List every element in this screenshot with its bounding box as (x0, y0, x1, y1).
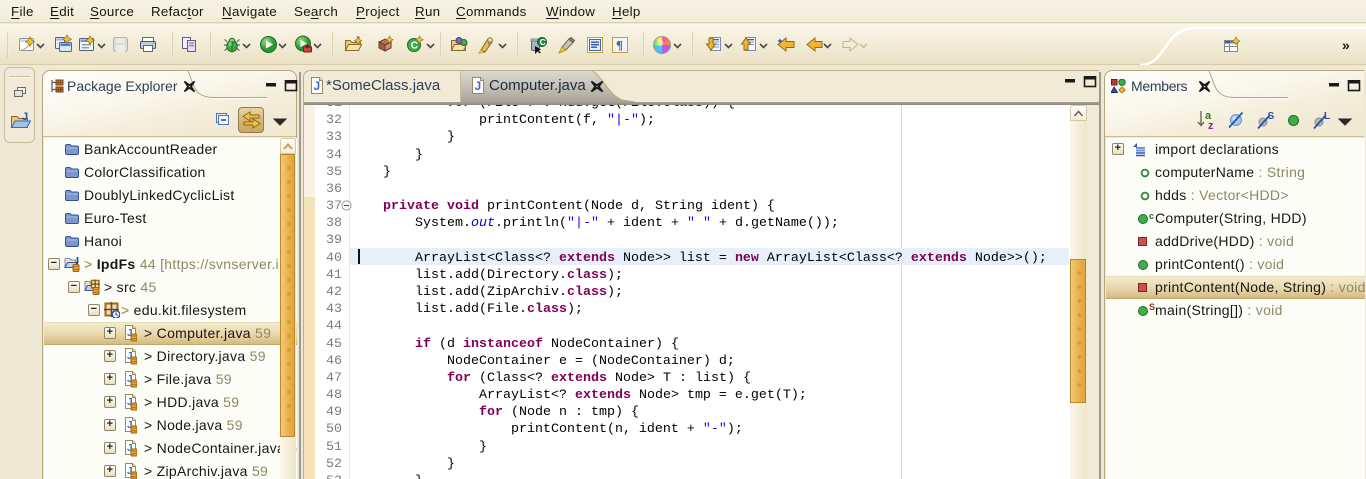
svg-text:C: C (540, 37, 546, 47)
svg-text:C: C (411, 41, 418, 52)
svg-text:c: c (1149, 213, 1154, 221)
svg-text:J: J (22, 112, 28, 123)
svg-text:»: » (1342, 37, 1350, 53)
svg-text:J: J (314, 79, 321, 93)
svg-text:z: z (1208, 120, 1214, 131)
svg-text:J: J (475, 79, 482, 93)
svg-text:¶: ¶ (616, 38, 623, 53)
